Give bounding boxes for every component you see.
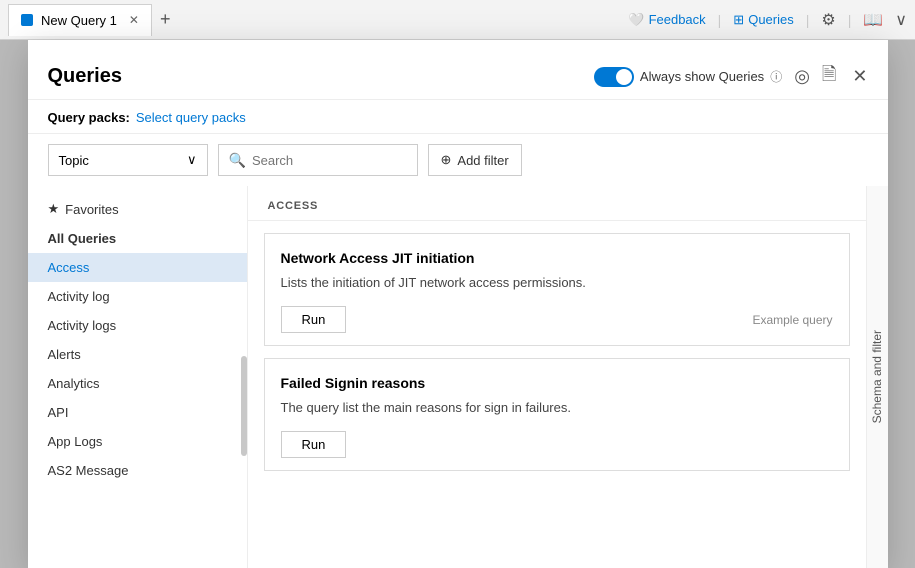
- filter-icon: ⊕: [441, 152, 452, 168]
- settings-icon[interactable]: ⚙: [821, 10, 835, 30]
- queries-modal: Queries Always show Queries ⓘ ◎ 🗎 ✕ Quer…: [28, 40, 888, 568]
- sidebar-item-label: Alerts: [48, 347, 81, 362]
- section-header: ACCESS: [248, 186, 866, 221]
- query-card-network-access: Network Access JIT initiation Lists the …: [264, 233, 850, 346]
- save-icon[interactable]: 🗎: [822, 62, 836, 92]
- modal-overlay: Queries Always show Queries ⓘ ◎ 🗎 ✕ Quer…: [0, 40, 915, 568]
- schema-and-filter-sidebar[interactable]: Schema and filter: [866, 186, 888, 568]
- run-button-1[interactable]: Run: [281, 306, 347, 333]
- run-button-2[interactable]: Run: [281, 431, 347, 458]
- sidebar-item-access[interactable]: Access: [28, 253, 247, 282]
- book-icon[interactable]: 📖: [863, 10, 883, 30]
- query-card-title-2: Failed Signin reasons: [281, 375, 833, 391]
- content-area: ACCESS Network Access JIT initiation Lis…: [248, 186, 866, 568]
- sidebar: ★ Favorites All Queries Access Activity …: [28, 186, 248, 568]
- tab-icon: [21, 14, 33, 26]
- query-card-footer-2: Run: [281, 431, 833, 458]
- always-show-toggle[interactable]: [594, 67, 634, 87]
- title-bar: New Query 1 ✕ + 🤍 Feedback | ⊞ Queries |…: [0, 0, 915, 40]
- search-input[interactable]: [252, 153, 407, 168]
- github-icon[interactable]: ◎: [794, 66, 810, 87]
- sidebar-item-analytics[interactable]: Analytics: [28, 369, 247, 398]
- sidebar-scrollbar-thumb[interactable]: [241, 356, 247, 456]
- tab-close-icon[interactable]: ✕: [129, 13, 139, 27]
- feedback-button[interactable]: 🤍 Feedback: [628, 12, 705, 28]
- schema-filter-label: Schema and filter: [870, 330, 884, 423]
- query-card-failed-signin: Failed Signin reasons The query list the…: [264, 358, 850, 471]
- query-card-desc-2: The query list the main reasons for sign…: [281, 399, 833, 417]
- favorites-label: Favorites: [65, 202, 118, 217]
- sidebar-item-api[interactable]: API: [28, 398, 247, 427]
- topic-dropdown[interactable]: Topic ∨: [48, 144, 208, 176]
- chevron-down-icon: ∨: [187, 152, 197, 168]
- query-packs-label: Query packs:: [48, 110, 130, 125]
- chevron-down-icon[interactable]: ∨: [895, 10, 907, 30]
- star-icon: ★: [48, 201, 60, 217]
- example-query-label-1: Example query: [752, 313, 832, 327]
- info-icon[interactable]: ⓘ: [770, 68, 782, 85]
- query-card-desc: Lists the initiation of JIT network acce…: [281, 274, 833, 292]
- modal-close-button[interactable]: ✕: [852, 66, 867, 87]
- active-tab[interactable]: New Query 1 ✕: [8, 4, 152, 36]
- queries-button[interactable]: ⊞ Queries: [733, 12, 793, 28]
- heart-icon: 🤍: [628, 12, 644, 28]
- sidebar-item-label: Activity logs: [48, 318, 117, 333]
- add-filter-button[interactable]: ⊕ Add filter: [428, 144, 522, 176]
- sidebar-item-label: API: [48, 405, 69, 420]
- topic-dropdown-label: Topic: [59, 153, 89, 168]
- sidebar-item-label: Analytics: [48, 376, 100, 391]
- query-card-title: Network Access JIT initiation: [281, 250, 833, 266]
- sidebar-item-label: Activity log: [48, 289, 110, 304]
- sidebar-item-app-logs[interactable]: App Logs: [28, 427, 247, 456]
- always-show-label: Always show Queries: [640, 69, 764, 84]
- sidebar-item-alerts[interactable]: Alerts: [28, 340, 247, 369]
- queries-icon: ⊞: [733, 12, 744, 28]
- filters-row: Topic ∨ 🔍 ⊕ Add filter: [28, 134, 888, 186]
- query-card-footer: Run Example query: [281, 306, 833, 333]
- search-box: 🔍: [218, 144, 418, 176]
- modal-title: Queries: [48, 65, 594, 88]
- modal-header: Queries Always show Queries ⓘ ◎ 🗎 ✕: [28, 40, 888, 100]
- add-tab-button[interactable]: +: [152, 9, 179, 30]
- tab-label: New Query 1: [41, 13, 117, 28]
- sidebar-item-label: App Logs: [48, 434, 103, 449]
- sidebar-item-activity-log[interactable]: Activity log: [28, 282, 247, 311]
- title-bar-actions: 🤍 Feedback | ⊞ Queries | ⚙ | 📖 ∨: [628, 10, 907, 30]
- sidebar-item-label: Access: [48, 260, 90, 275]
- query-packs-row: Query packs: Select query packs: [28, 100, 888, 134]
- modal-header-controls: Always show Queries ⓘ ◎ 🗎 ✕: [594, 62, 868, 92]
- sidebar-item-favorites[interactable]: ★ Favorites: [28, 194, 247, 224]
- always-show-toggle-group: Always show Queries ⓘ: [594, 67, 782, 87]
- sidebar-all-queries: All Queries: [28, 224, 247, 253]
- search-icon: 🔍: [229, 152, 246, 169]
- sidebar-item-label: AS2 Message: [48, 463, 129, 478]
- sidebar-item-activity-logs[interactable]: Activity logs: [28, 311, 247, 340]
- modal-body: ★ Favorites All Queries Access Activity …: [28, 186, 888, 568]
- sidebar-item-as2-message[interactable]: AS2 Message: [28, 456, 247, 485]
- select-query-packs-link[interactable]: Select query packs: [136, 110, 246, 125]
